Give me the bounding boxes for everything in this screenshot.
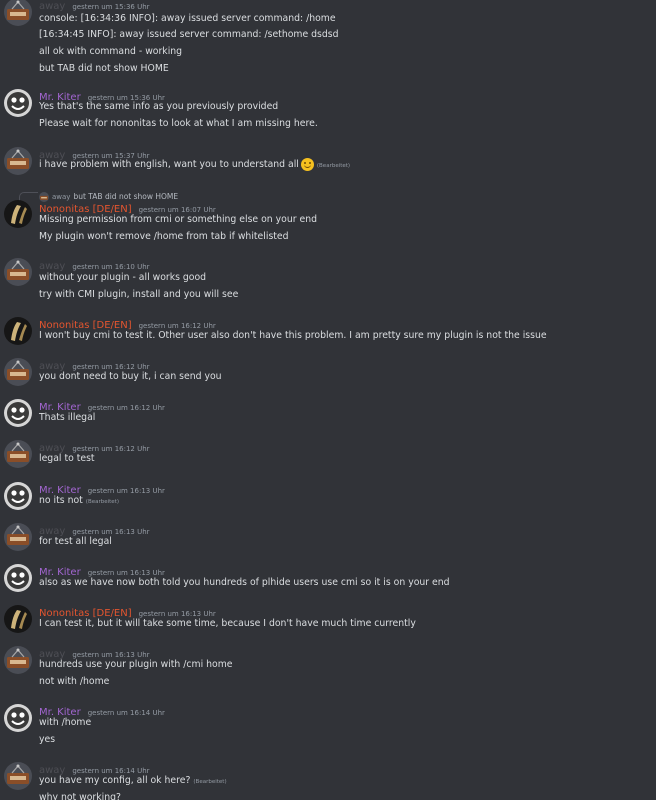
smiley-avatar-icon [4, 399, 32, 427]
avatar-away[interactable] [4, 440, 32, 468]
message-header: away gestern um 16:13 Uhr [39, 522, 150, 537]
sign-avatar-icon [4, 0, 32, 26]
message-text: but TAB did not show HOME [39, 63, 169, 74]
avatar-away[interactable] [4, 762, 32, 790]
timestamp: gestern um 15:36 Uhr [72, 3, 150, 11]
message-text: console: [16:34:36 INFO]: away issued se… [39, 13, 336, 24]
message-text-row: i have problem with english, want you to… [39, 158, 350, 173]
message-header: Nononitas [DE/EN] gestern um 16:07 Uhr [39, 200, 216, 215]
message-header: Mr. Kiter gestern um 16:14 Uhr [39, 703, 165, 718]
timestamp: gestern um 16:10 Uhr [72, 263, 150, 271]
message-header: away gestern um 16:12 Uhr [39, 357, 150, 372]
message-text: not with /home [39, 676, 110, 687]
message-text: My plugin won't remove /home from tab if… [39, 231, 289, 242]
message-text: why not working? [39, 792, 121, 800]
message-text: Thats illegal [39, 412, 96, 423]
avatar-nononitas[interactable] [4, 605, 32, 633]
message-text: you have my config, all ok here? [39, 775, 191, 786]
message-text: hundreds use your plugin with /cmi home [39, 659, 233, 670]
smiley-avatar-icon [4, 482, 32, 510]
avatar-mr-kiter[interactable] [4, 482, 32, 510]
avatar-nononitas[interactable] [4, 200, 32, 228]
avatar-away[interactable] [4, 258, 32, 286]
message-header: away gestern um 16:14 Uhr [39, 761, 150, 776]
timestamp: gestern um 16:14 Uhr [87, 709, 165, 717]
sign-avatar-icon [4, 440, 32, 468]
avatar-away[interactable] [4, 147, 32, 175]
message-header: Mr. Kiter gestern um 16:12 Uhr [39, 398, 165, 413]
reply-reference[interactable]: away but TAB did not show HOME [19, 186, 178, 202]
message-text-row: you have my config, all ok here? (Bearbei… [39, 774, 227, 789]
sign-avatar-icon [4, 646, 32, 674]
message-header: away gestern um 16:13 Uhr [39, 645, 150, 660]
edited-label: (Bearbeitet) [85, 499, 119, 505]
smiley-avatar-icon [4, 564, 32, 592]
avatar-nononitas[interactable] [4, 317, 32, 345]
message-text: [16:34:45 INFO]: away issued server comm… [39, 29, 339, 40]
username[interactable]: away [39, 1, 65, 12]
avatar-mr-kiter[interactable] [4, 399, 32, 427]
message-header: away gestern um 16:10 Uhr [39, 257, 150, 272]
message-header: Nononitas [DE/EN] gestern um 16:12 Uhr [39, 316, 216, 331]
message-text: you dont need to buy it, i can send you [39, 371, 222, 382]
brush-stroke-avatar-icon [4, 605, 32, 633]
message-text-row: no its not (Bearbeitet) [39, 494, 119, 509]
message-text: legal to test [39, 453, 95, 464]
chat-message-list: away gestern um 15:36 Uhr console: [16:34… [0, 0, 656, 800]
message-text: I can test it, but it will take some tim… [39, 618, 416, 629]
sign-avatar-icon [4, 258, 32, 286]
sign-avatar-icon [4, 523, 32, 551]
message-text: I won't buy cmi to test it. Other user a… [39, 330, 547, 341]
avatar-away[interactable] [4, 523, 32, 551]
sign-avatar-icon [4, 358, 32, 386]
message-header: away gestern um 16:12 Uhr [39, 439, 150, 454]
message-text: Missing permission from cmi or something… [39, 214, 318, 225]
avatar-away[interactable] [4, 358, 32, 386]
avatar-away[interactable] [4, 0, 32, 26]
avatar-mr-kiter[interactable] [4, 89, 32, 117]
message-header: away gestern um 15:36 Uhr [39, 0, 150, 12]
avatar-away[interactable] [4, 646, 32, 674]
sign-avatar-icon [4, 762, 32, 790]
message-text: for test all legal [39, 536, 112, 547]
message-text: also as we have now both told you hundre… [39, 577, 450, 588]
smiley-avatar-icon [4, 89, 32, 117]
message-header: Nononitas [DE/EN] gestern um 16:13 Uhr [39, 604, 216, 619]
message-text: with /home [39, 717, 92, 728]
sign-avatar-icon [4, 147, 32, 175]
brush-stroke-avatar-icon [4, 200, 32, 228]
message-text: Please wait for nononitas to look at wha… [39, 118, 318, 129]
edited-label: (Bearbeitet) [316, 163, 351, 169]
message-text: Yes that's the same info as you previous… [39, 101, 279, 112]
timestamp: gestern um 16:12 Uhr [87, 404, 165, 412]
message-header: Mr. Kiter gestern um 16:13 Uhr [39, 563, 165, 578]
edited-label: (Bearbeitet) [193, 779, 227, 785]
message-text: yes [39, 734, 56, 745]
smiley-avatar-icon [4, 704, 32, 732]
message-text: without your plugin - all works good [39, 272, 207, 283]
message-header: Mr. Kiter gestern um 16:13 Uhr [39, 481, 165, 496]
message-text: i have problem with english, want you to… [39, 159, 299, 170]
brush-stroke-avatar-icon [4, 317, 32, 345]
message-text: all ok with command - working [39, 46, 183, 57]
message-text: no its not [39, 495, 83, 506]
message-text: try with CMI plugin, install and you wil… [39, 289, 239, 300]
slightly-smiling-emoji-icon [300, 158, 314, 171]
avatar-mr-kiter[interactable] [4, 564, 32, 592]
avatar-mr-kiter[interactable] [4, 704, 32, 732]
